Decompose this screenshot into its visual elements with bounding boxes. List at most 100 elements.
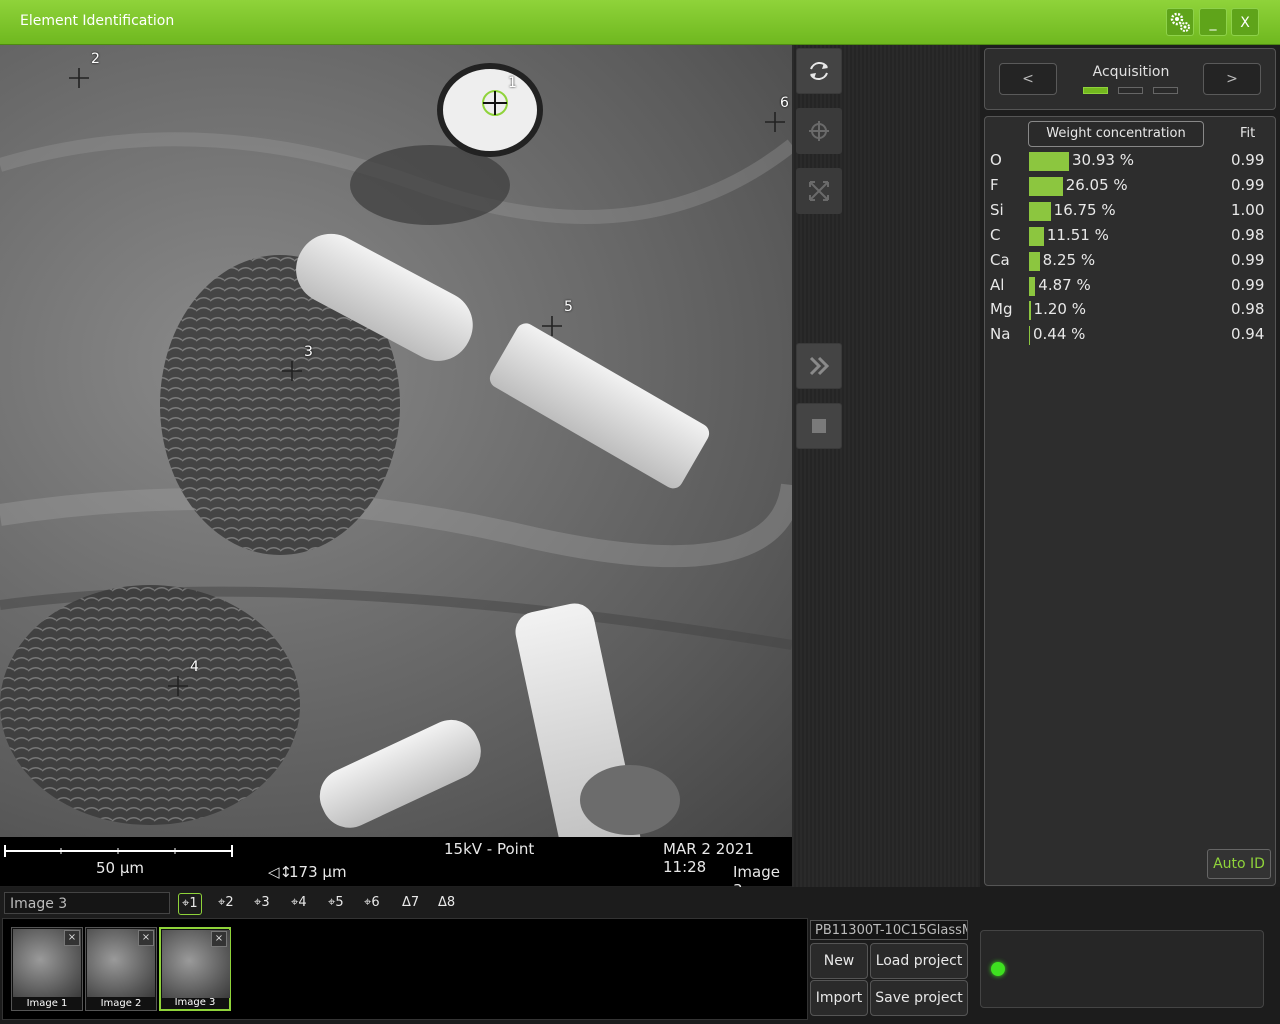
concentration-bar — [1029, 226, 1044, 246]
element-symbol: Si — [990, 200, 1004, 219]
marker-label-1: 1 — [508, 75, 517, 91]
acquisition-progress-segment — [1118, 87, 1143, 94]
spot-tab-label: 2 — [225, 895, 234, 910]
fit-value: 1.00 — [1231, 200, 1265, 219]
fit-value: 0.99 — [1231, 275, 1265, 294]
sem-micrograph — [0, 63, 792, 837]
spot-tab-7[interactable]: Δ7 — [402, 893, 419, 913]
element-row: Si 16.75 % 1.00 — [985, 201, 1275, 226]
spot-tab-1[interactable]: ⌖1 — [178, 893, 202, 915]
element-symbol: Na — [990, 325, 1011, 344]
element-row: Na 0.44 % 0.94 — [985, 325, 1275, 350]
acquisition-panel: < Acquisition > — [984, 48, 1276, 110]
element-row: F 26.05 % 0.99 — [985, 176, 1275, 201]
acquisition-mode: 15kV - Point — [444, 840, 535, 858]
crosshair-icon — [809, 121, 829, 141]
fit-view-button[interactable] — [796, 168, 842, 214]
element-symbol: O — [990, 151, 1002, 169]
thumbnail[interactable]: × Image 2 — [85, 927, 157, 1011]
close-icon[interactable]: × — [64, 930, 80, 946]
stop-button[interactable] — [796, 403, 842, 449]
element-row: Mg 1.20 % 0.98 — [985, 300, 1275, 325]
area-icon: Δ — [438, 895, 447, 910]
element-row: C 11.51 % 0.98 — [985, 226, 1275, 251]
spot-tab-label: 3 — [261, 895, 270, 910]
spot-tab-2[interactable]: ⌖2 — [218, 893, 234, 913]
spot-tab-5[interactable]: ⌖5 — [328, 893, 344, 913]
status-panel — [980, 930, 1264, 1008]
scale-bar — [4, 845, 233, 857]
stop-icon — [812, 419, 826, 433]
concentration-value: 30.93 % — [1072, 151, 1134, 169]
refresh-button[interactable] — [796, 48, 842, 94]
element-symbol: Al — [990, 275, 1005, 294]
acquisition-progress-segment — [1153, 87, 1178, 94]
spot-tab-3[interactable]: ⌖3 — [254, 893, 270, 913]
sem-image[interactable]: 1 2 3 4 5 6 — [0, 45, 792, 837]
spot-tab-label: 4 — [298, 895, 307, 910]
spot-tab-4[interactable]: ⌖4 — [291, 893, 307, 913]
thumbnail[interactable]: × Image 1 — [11, 927, 83, 1011]
concentration-value: 4.87 % — [1038, 275, 1091, 294]
project-name-field[interactable]: PB11300T-10C15GlassMo — [810, 920, 968, 940]
save-project-button[interactable]: Save project — [870, 980, 968, 1016]
element-row: O 30.93 % 0.99 — [985, 151, 1275, 176]
previous-button[interactable]: < — [999, 63, 1057, 95]
element-symbol: C — [990, 225, 1001, 244]
forward-button[interactable] — [796, 343, 842, 389]
thumbnail[interactable]: × Image 3 — [159, 927, 231, 1011]
element-row: Ca 8.25 % 0.99 — [985, 251, 1275, 276]
thumbnail-label: Image 3 — [174, 997, 216, 1008]
close-icon[interactable]: × — [211, 931, 227, 947]
concentration-bar — [1029, 301, 1031, 321]
concentration-value: 11.51 % — [1046, 225, 1109, 244]
thumbnail-label: Image 2 — [100, 998, 142, 1009]
concentration-bar — [1029, 201, 1051, 221]
concentration-bar — [1029, 251, 1040, 271]
window-title: Element Identification — [20, 13, 175, 29]
element-row: Al 4.87 % 0.99 — [985, 276, 1275, 301]
import-button[interactable]: Import — [810, 980, 868, 1016]
acquisition-progress-segment — [1083, 87, 1108, 94]
new-project-button[interactable]: New — [810, 943, 868, 979]
concentration-bar — [1029, 176, 1063, 196]
marker-label-3: 3 — [304, 344, 313, 360]
status-led-icon — [991, 962, 1005, 976]
thumbnail-label: Image 1 — [26, 998, 68, 1009]
area-icon: Δ — [402, 895, 411, 910]
marker-label-6: 6 — [780, 95, 789, 111]
weight-concentration-header[interactable]: Weight concentration — [1028, 121, 1204, 147]
concentration-value: 16.75 % — [1053, 200, 1116, 219]
fit-value: 0.99 — [1231, 250, 1265, 269]
fit-value: 0.98 — [1231, 225, 1265, 244]
scale-bar-label: 50 µm — [96, 859, 145, 877]
settings-button[interactable] — [1166, 8, 1194, 36]
close-button[interactable]: X — [1231, 8, 1259, 36]
fit-header: Fit — [1240, 126, 1256, 141]
element-symbol: Ca — [990, 250, 1010, 269]
spot-tab-label: 7 — [410, 895, 420, 910]
minimize-button[interactable]: _ — [1199, 8, 1227, 36]
image-name-field[interactable]: Image 3 — [4, 892, 170, 914]
element-symbol: Mg — [990, 300, 1013, 319]
fit-value: 0.99 — [1231, 175, 1265, 194]
concentration-value: 0.44 % — [1033, 325, 1086, 344]
fit-value: 0.98 — [1231, 300, 1265, 319]
concentration-bar — [1029, 326, 1030, 346]
spot-tab-6[interactable]: ⌖6 — [364, 893, 380, 913]
auto-id-button[interactable]: Auto ID — [1207, 849, 1271, 879]
concentration-bar — [1029, 152, 1069, 171]
concentration-value: 26.05 % — [1065, 175, 1128, 194]
fit-value: 0.94 — [1231, 325, 1265, 344]
field-width: 173 µm — [289, 863, 347, 881]
expand-icon — [809, 181, 829, 201]
target-button[interactable] — [796, 108, 842, 154]
next-button[interactable]: > — [1203, 63, 1261, 95]
spot-tab-label: 8 — [446, 895, 456, 910]
spot-tab-label: 5 — [335, 895, 344, 910]
concentration-bar — [1029, 276, 1036, 296]
load-project-button[interactable]: Load project — [870, 943, 968, 979]
image-info-strip: 50 µm ◁↕ 173 µm 15kV - Point MAR 2 2021 … — [0, 837, 792, 899]
spot-tab-8[interactable]: Δ8 — [438, 893, 455, 913]
close-icon[interactable]: × — [138, 930, 154, 946]
